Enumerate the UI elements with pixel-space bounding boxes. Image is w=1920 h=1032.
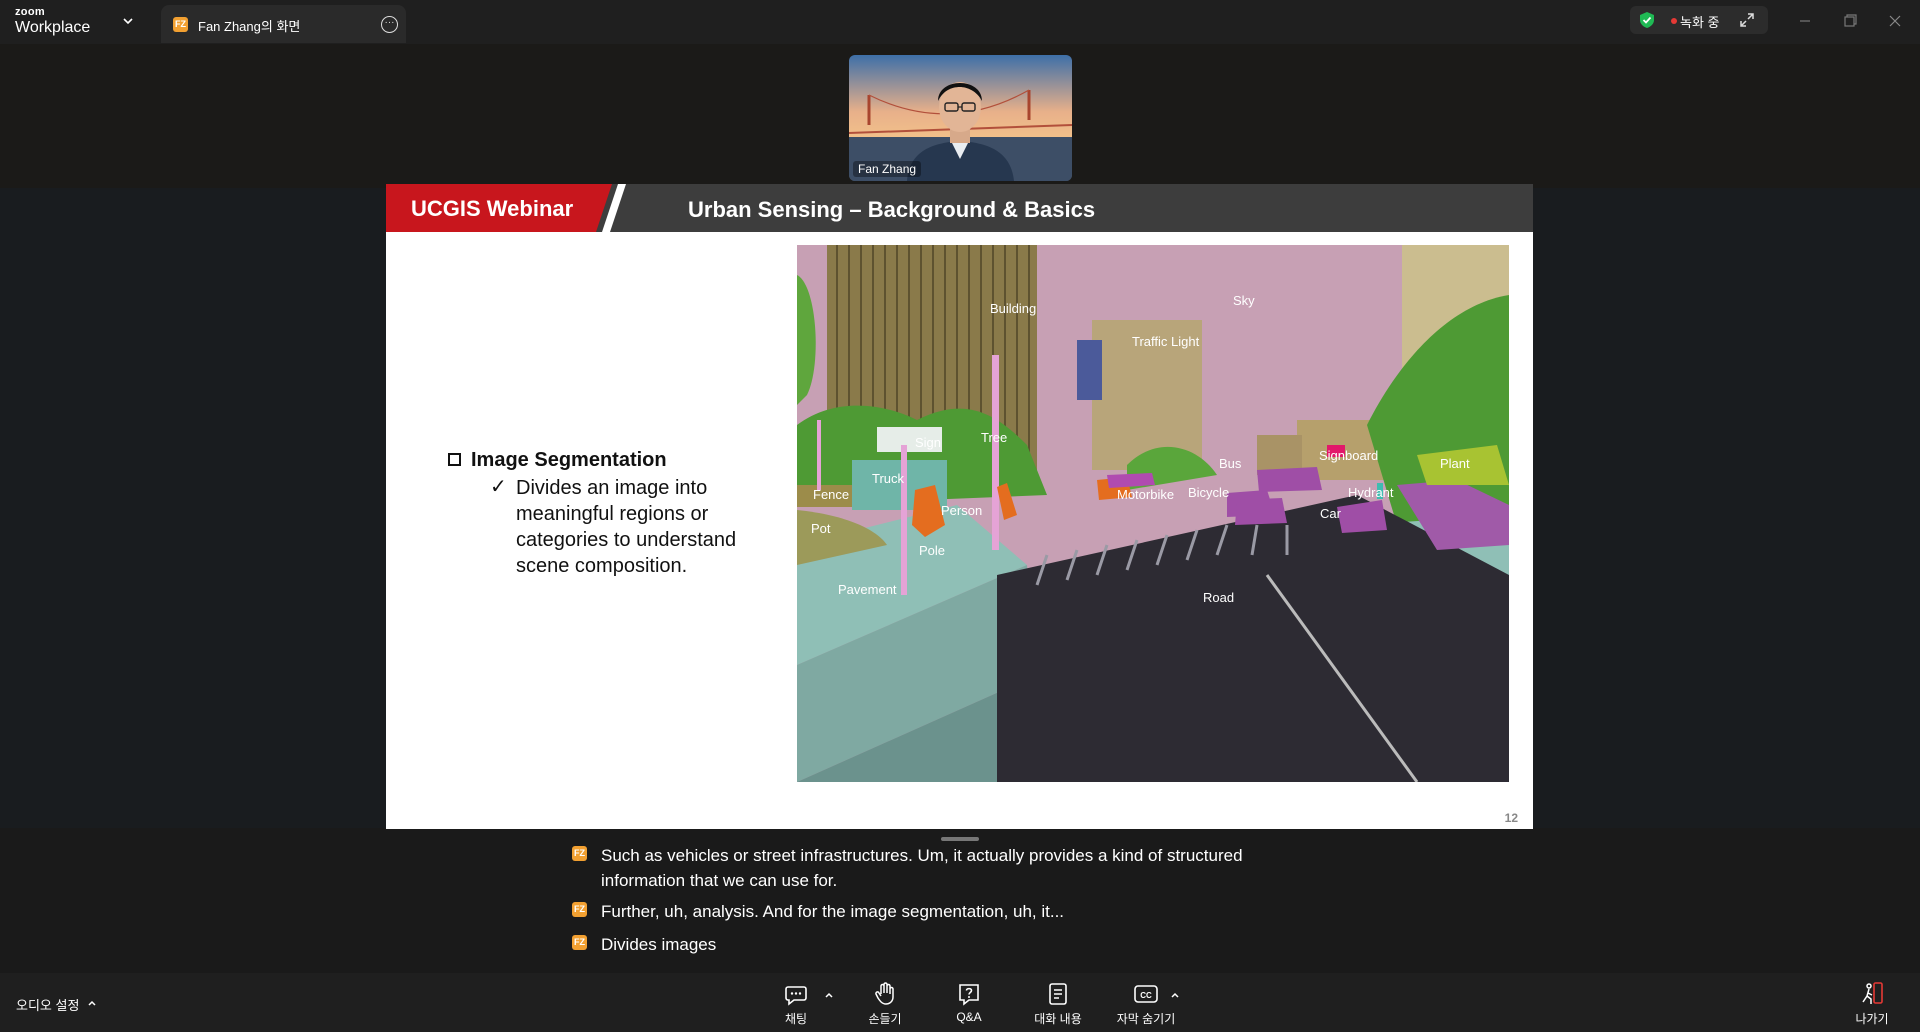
slide-title: Urban Sensing – Background & Basics bbox=[688, 197, 1096, 222]
label-sign: Sign bbox=[915, 435, 941, 450]
minimize-icon[interactable] bbox=[1794, 10, 1816, 32]
slide-brand: UCGIS Webinar bbox=[411, 196, 574, 221]
captions-panel: FZ Such as vehicles or street infrastruc… bbox=[570, 843, 1350, 973]
slide-page-number: 12 bbox=[1504, 811, 1518, 825]
label-pole: Pole bbox=[919, 543, 945, 558]
zoom-workplace-logo[interactable]: zoom Workplace bbox=[15, 7, 125, 37]
leave-icon bbox=[1862, 982, 1883, 1004]
brand-big: Workplace bbox=[15, 19, 91, 36]
caption-text: Further, uh, analysis. And for the image… bbox=[601, 902, 1065, 921]
close-icon[interactable] bbox=[1884, 10, 1906, 32]
bullet-heading: Image Segmentation bbox=[448, 449, 667, 472]
label-car: Car bbox=[1320, 506, 1342, 521]
transcript-icon bbox=[1049, 983, 1067, 1005]
raise-hand-button[interactable]: 손들기 bbox=[845, 981, 925, 1029]
label-plant: Plant bbox=[1440, 456, 1470, 471]
segmentation-image: Building Sky Traffic Light Sign Tree Tru… bbox=[797, 245, 1509, 782]
label-bus: Bus bbox=[1219, 456, 1242, 471]
slide-header: UCGIS Webinar Urban Sensing – Background… bbox=[386, 184, 1533, 232]
tab-screen-share[interactable]: FZ Fan Zhang의 화면 ··· bbox=[161, 5, 406, 43]
caption-text: Such as vehicles or street infrastructur… bbox=[601, 846, 1243, 890]
raise-hand-label: 손들기 bbox=[868, 1012, 902, 1026]
avatar: FZ bbox=[572, 935, 587, 950]
hide-captions-label: 자막 숨기기 bbox=[1116, 1012, 1176, 1026]
chevron-up-icon[interactable] bbox=[823, 989, 835, 1001]
more-icon[interactable]: ··· bbox=[381, 16, 398, 33]
avatar: FZ bbox=[572, 902, 587, 917]
tab-label: Fan Zhang의 화면 bbox=[198, 19, 301, 34]
label-building: Building bbox=[990, 301, 1036, 316]
label-hydrant: Hydrant bbox=[1348, 485, 1394, 500]
chat-label: 채팅 bbox=[784, 1012, 808, 1026]
transcript-label: 대화 내용 bbox=[1034, 1012, 1082, 1026]
label-road: Road bbox=[1203, 590, 1234, 605]
label-fence: Fence bbox=[813, 487, 849, 502]
bullet-text: Divides an image into meaningful regions… bbox=[516, 477, 737, 577]
participant-name: Fan Zhang bbox=[853, 161, 922, 177]
checkmark-icon: ✓ bbox=[490, 476, 507, 498]
shared-slide: UCGIS Webinar Urban Sensing – Background… bbox=[386, 184, 1533, 829]
label-truck: Truck bbox=[872, 471, 905, 486]
restore-icon[interactable] bbox=[1839, 10, 1861, 32]
label-bicycle: Bicycle bbox=[1188, 485, 1229, 500]
recording-label: 녹화 중 bbox=[1680, 15, 1720, 30]
leave-button[interactable]: 나가기 bbox=[1832, 981, 1912, 1029]
caption-text: Divides images bbox=[601, 935, 717, 954]
brand-small: zoom bbox=[15, 6, 45, 18]
label-signboard: Signboard bbox=[1319, 448, 1378, 463]
qa-icon bbox=[959, 984, 979, 1006]
expand-icon[interactable] bbox=[1738, 11, 1756, 29]
audio-settings-button[interactable]: 오디오 설정 bbox=[16, 995, 79, 1014]
bullet-heading-text: Image Segmentation bbox=[471, 449, 667, 471]
hand-icon bbox=[875, 982, 894, 1005]
chevron-up-icon[interactable] bbox=[86, 997, 98, 1009]
label-traffic-light: Traffic Light bbox=[1132, 334, 1200, 349]
shield-check-icon bbox=[1640, 12, 1654, 28]
chevron-up-icon[interactable] bbox=[1169, 989, 1181, 1001]
transcript-button[interactable]: 대화 내용 bbox=[1018, 981, 1098, 1029]
checkbox-bullet-icon bbox=[448, 453, 461, 466]
closed-captions-icon: CC bbox=[1134, 985, 1158, 1003]
label-tree: Tree bbox=[981, 430, 1007, 445]
leave-label: 나가기 bbox=[1855, 1012, 1889, 1026]
avatar: FZ bbox=[572, 846, 587, 861]
qa-label: Q&A bbox=[956, 1010, 982, 1024]
label-motorbike: Motorbike bbox=[1117, 487, 1174, 502]
label-pavement: Pavement bbox=[838, 582, 897, 597]
participant-video[interactable]: Fan Zhang bbox=[849, 55, 1072, 181]
meeting-toolbar: 오디오 설정 채팅 손들기 Q&A 대화 내용 CC 자막 숨기기 나가기 bbox=[0, 973, 1920, 1032]
recording-dot bbox=[1671, 18, 1677, 24]
label-person: Person bbox=[941, 503, 982, 518]
title-bar: zoom Workplace FZ Fan Zhang의 화면 ··· 녹화 중 bbox=[0, 0, 1920, 44]
recording-indicator[interactable]: 녹화 중 bbox=[1630, 6, 1768, 34]
avatar: FZ bbox=[173, 17, 188, 32]
label-pot: Pot bbox=[811, 521, 831, 536]
chat-icon bbox=[785, 986, 807, 1006]
captions-resize-handle[interactable] bbox=[941, 837, 979, 841]
qa-button[interactable]: Q&A bbox=[929, 981, 1009, 1029]
label-sky: Sky bbox=[1233, 293, 1255, 308]
svg-text:CC: CC bbox=[1140, 991, 1152, 1000]
chevron-down-icon[interactable] bbox=[120, 13, 136, 29]
